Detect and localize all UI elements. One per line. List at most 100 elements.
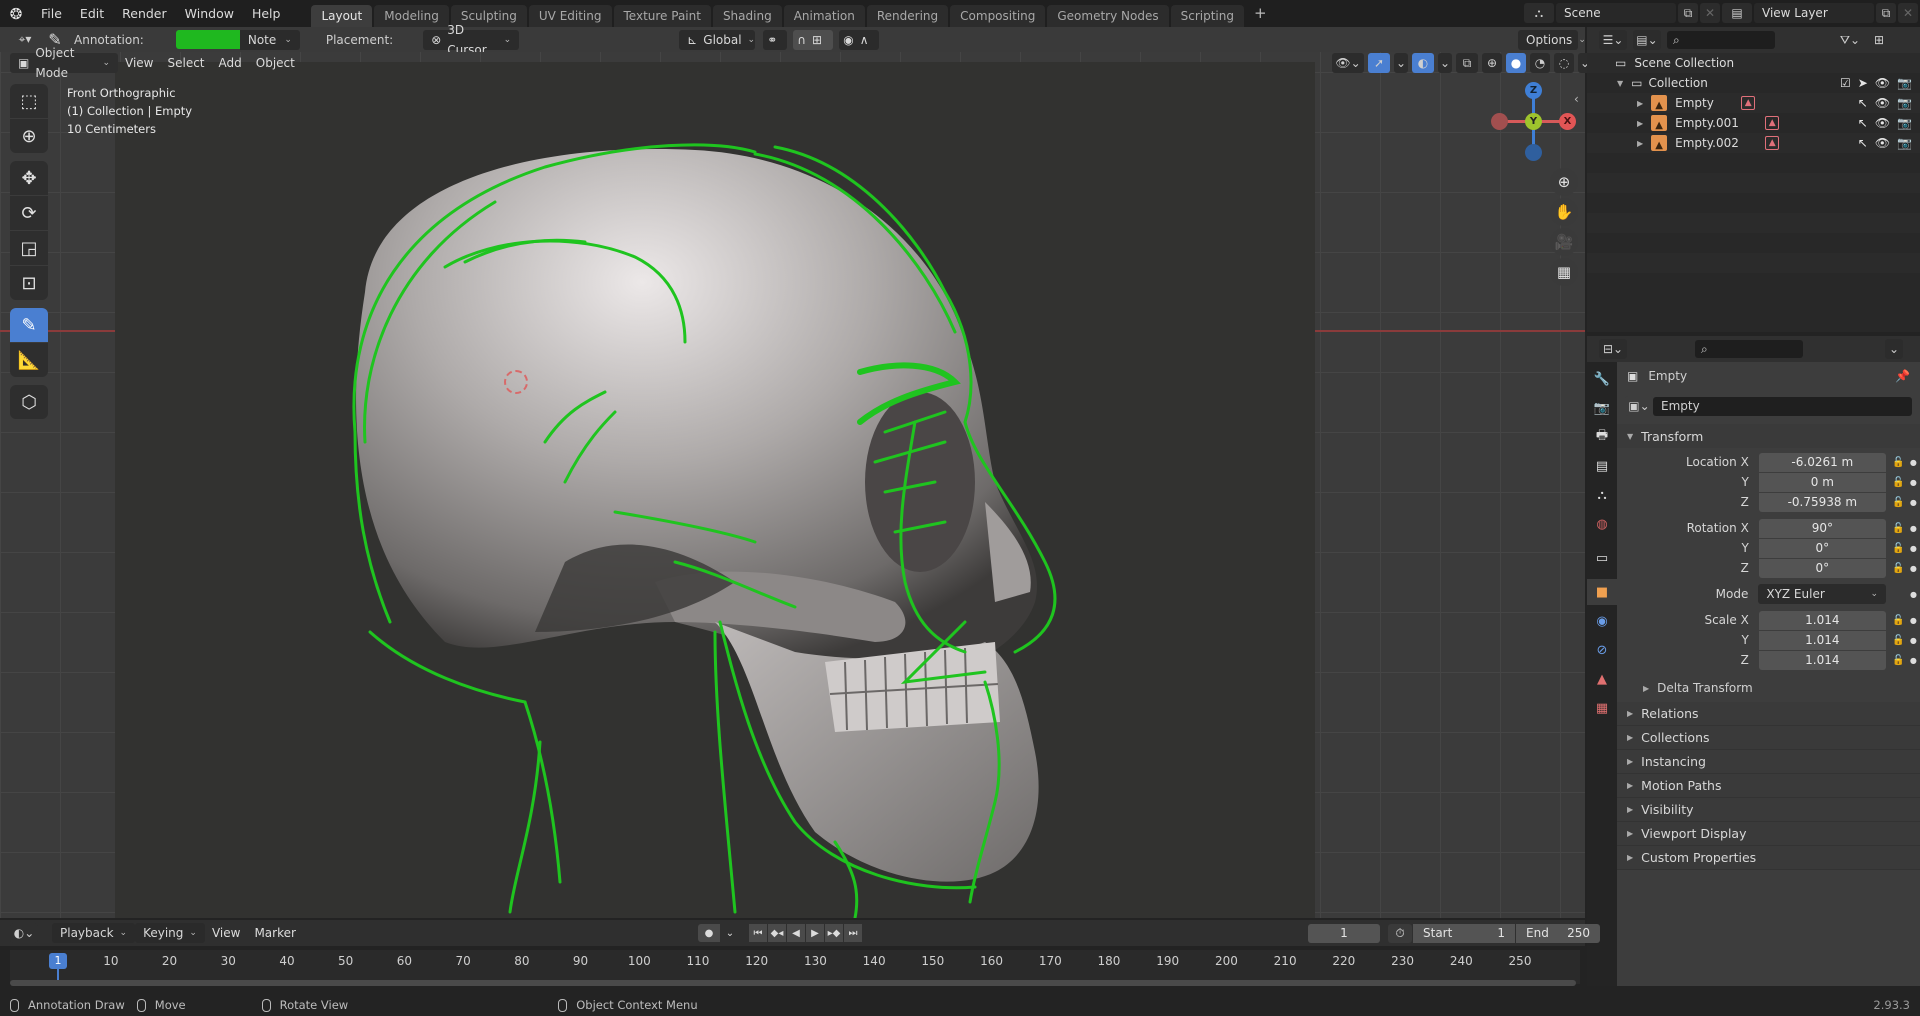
constraints-tab-icon[interactable]: ⊘ xyxy=(1587,637,1617,663)
render-tab-icon[interactable]: 📷 xyxy=(1587,395,1617,421)
expand-arrow-icon[interactable]: ▶ xyxy=(1637,99,1643,108)
world-tab-icon[interactable]: ◍ xyxy=(1587,511,1617,537)
navigation-gizmo[interactable]: Z Y X xyxy=(1488,82,1578,172)
gizmo-toggle-icon[interactable]: ➚ xyxy=(1368,53,1390,73)
jump-end-icon[interactable]: ⏭ xyxy=(844,924,862,942)
instancing-panel-header[interactable]: ▶ Instancing xyxy=(1617,750,1920,774)
visibility-toggle-icon[interactable]: 👁⌄ xyxy=(1332,53,1364,73)
render-camera-icon[interactable]: 📷 xyxy=(1897,116,1912,130)
display-mode-icon[interactable]: ☰⌄ xyxy=(1599,30,1627,50)
keyframe-dot-icon[interactable]: ● xyxy=(1907,636,1920,645)
output-tab-icon[interactable]: 🖶 xyxy=(1587,424,1617,450)
move-icon[interactable]: ✥ xyxy=(10,161,48,195)
scale-icon[interactable]: ◲ xyxy=(10,231,48,265)
collection-row[interactable]: ▼ ▭ Collection ☑ ➤ 👁 📷 xyxy=(1587,73,1920,93)
keying-menu[interactable]: Keying ⌄ xyxy=(135,923,205,943)
play-reverse-icon[interactable]: ◀ xyxy=(787,924,805,942)
camera-icon[interactable]: 🎥 xyxy=(1550,228,1578,256)
lock-icon[interactable]: 🔓 xyxy=(1890,543,1907,554)
relations-panel-header[interactable]: ▶ Relations xyxy=(1617,702,1920,726)
lock-icon[interactable]: 🔓 xyxy=(1890,655,1907,666)
scene-name-field[interactable]: Scene xyxy=(1556,3,1676,23)
eye-icon[interactable]: 👁 xyxy=(1875,96,1890,110)
gizmo-y-icon[interactable]: Y xyxy=(1525,113,1542,130)
tool-tab-icon[interactable]: 🔧 xyxy=(1587,366,1617,392)
jump-start-icon[interactable]: ⏮ xyxy=(749,924,767,942)
viewport-display-panel-header[interactable]: ▶ Viewport Display xyxy=(1617,822,1920,846)
lock-icon[interactable]: 🔓 xyxy=(1890,615,1907,626)
editor-type-icon[interactable]: ◐⌄ xyxy=(10,923,38,943)
render-camera-icon[interactable]: 📷 xyxy=(1897,96,1912,110)
menu-file[interactable]: File xyxy=(32,0,71,27)
scene-collection-row[interactable]: ▭ Scene Collection xyxy=(1587,53,1920,73)
add-workspace-button[interactable]: + xyxy=(1246,0,1275,27)
material-shading-icon[interactable]: ◔ xyxy=(1530,53,1550,73)
pin-icon[interactable]: 📌 xyxy=(1895,369,1910,383)
scale-y-field[interactable]: 1.014 xyxy=(1758,630,1886,650)
current-frame-field[interactable]: 1 xyxy=(1308,924,1380,943)
proportional-edit-toggle[interactable]: ◉ ∧ xyxy=(839,29,880,50)
eye-icon[interactable]: 👁 xyxy=(1875,76,1890,90)
render-camera-icon[interactable]: 📷 xyxy=(1897,136,1912,150)
3d-cursor-icon[interactable] xyxy=(504,370,528,394)
rotation-mode-dropdown[interactable]: XYZ Euler ⌄ xyxy=(1758,584,1886,604)
motion-paths-panel-header[interactable]: ▶ Motion Paths xyxy=(1617,774,1920,798)
gizmo-z-icon[interactable]: Z xyxy=(1525,82,1542,99)
zoom-icon[interactable]: ⊕ xyxy=(1550,168,1578,196)
keyframe-dot-icon[interactable]: ● xyxy=(1907,478,1920,487)
menu-view[interactable]: View xyxy=(205,923,247,943)
wireframe-shading-icon[interactable]: ⊕ xyxy=(1482,53,1502,73)
render-camera-icon[interactable]: 📷 xyxy=(1897,76,1912,90)
menu-object[interactable]: Object xyxy=(249,53,302,73)
tab-animation[interactable]: Animation xyxy=(783,4,865,27)
pivot-dropdown[interactable]: ⚭ xyxy=(763,29,788,50)
scale-x-field[interactable]: 1.014 xyxy=(1758,610,1886,630)
chevron-down-icon[interactable]: ⌄ xyxy=(1438,53,1452,73)
lock-icon[interactable]: 🔓 xyxy=(1890,457,1907,468)
menu-window[interactable]: Window xyxy=(176,0,243,27)
menu-edit[interactable]: Edit xyxy=(71,0,113,27)
expand-arrow-icon[interactable]: ▶ xyxy=(1637,119,1643,128)
playback-menu[interactable]: Playback ⌄ xyxy=(52,923,136,943)
menu-add[interactable]: Add xyxy=(212,53,249,73)
menu-view[interactable]: View xyxy=(118,53,160,73)
gizmo-neg-z-icon[interactable] xyxy=(1525,144,1542,161)
measure-icon[interactable]: 📐 xyxy=(10,343,48,377)
new-collection-icon[interactable]: ⊞ xyxy=(1869,30,1889,50)
mode-dropdown[interactable]: ▣ Object Mode ⌄ xyxy=(10,46,118,80)
tab-texture-paint[interactable]: Texture Paint xyxy=(613,4,711,27)
outliner-item[interactable]: ▶ ▲ Empty.001 ▲ ↖ 👁 📷 xyxy=(1587,113,1920,133)
scene-tab-icon[interactable]: ⛬ xyxy=(1587,482,1617,508)
location-y-field[interactable]: 0 m xyxy=(1758,472,1886,492)
overlay-toggle-icon[interactable]: ◐ xyxy=(1412,53,1434,73)
view-layer-tab-icon[interactable]: ▤ xyxy=(1587,453,1617,479)
annotation-color-swatch[interactable] xyxy=(175,30,240,49)
outliner-search-input[interactable]: ⌕ xyxy=(1667,31,1775,49)
selectable-icon[interactable]: ➤ xyxy=(1858,76,1868,90)
visibility-panel-header[interactable]: ▶ Visibility xyxy=(1617,798,1920,822)
chevron-down-icon[interactable]: ⌄ xyxy=(721,924,739,942)
keyframe-dot-icon[interactable]: ● xyxy=(1907,564,1920,573)
view-layer-name-field[interactable]: View Layer xyxy=(1754,3,1874,23)
expand-arrow-icon[interactable]: ▼ xyxy=(1617,79,1623,88)
copy-view-layer-icon[interactable]: ⧉ xyxy=(1876,3,1896,23)
annotation-layer-dropdown[interactable]: Note ⌄ xyxy=(239,29,300,50)
custom-properties-panel-header[interactable]: ▶ Custom Properties xyxy=(1617,846,1920,870)
physics-tab-icon[interactable]: ◉ xyxy=(1587,608,1617,634)
scale-z-field[interactable]: 1.014 xyxy=(1758,650,1886,670)
keyframe-dot-icon[interactable]: ● xyxy=(1907,656,1920,665)
tab-geometry-nodes[interactable]: Geometry Nodes xyxy=(1047,4,1169,27)
next-keyframe-icon[interactable]: ▸◆ xyxy=(825,924,843,942)
tab-shading[interactable]: Shading xyxy=(712,4,782,27)
lock-icon[interactable]: 🔓 xyxy=(1890,635,1907,646)
lock-icon[interactable]: 🔓 xyxy=(1890,523,1907,534)
lock-icon[interactable]: 🔓 xyxy=(1890,563,1907,574)
outliner-item[interactable]: ▶ ▲ Empty.002 ▲ ↖ 👁 📷 xyxy=(1587,133,1920,153)
keyframe-dot-icon[interactable]: ● xyxy=(1907,544,1920,553)
ortho-grid-icon[interactable]: ▦ xyxy=(1550,258,1578,286)
view-layer-icon[interactable]: ▤ xyxy=(1722,3,1752,23)
annotate-icon[interactable]: ✎ xyxy=(10,308,48,342)
keyframe-dot-icon[interactable]: ● xyxy=(1907,498,1920,507)
menu-help[interactable]: Help xyxy=(243,0,290,27)
editor-type-icon[interactable]: ⊟⌄ xyxy=(1599,339,1627,359)
